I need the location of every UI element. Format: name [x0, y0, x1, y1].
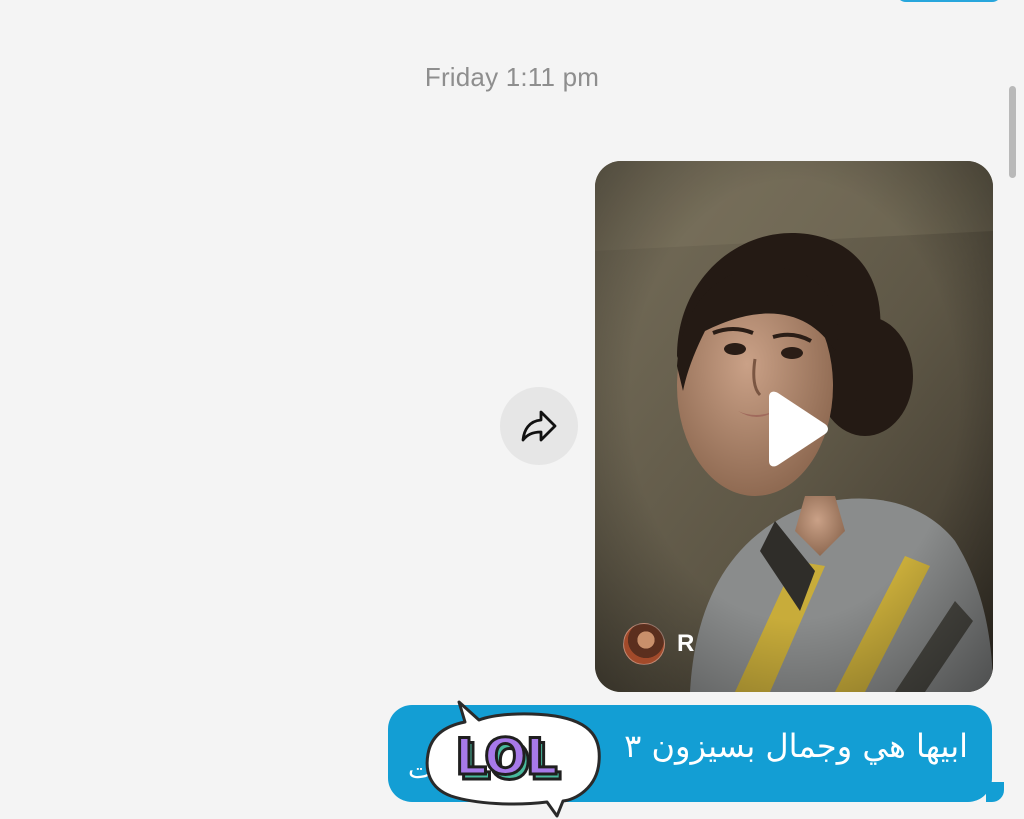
lol-speech-bubble-sticker: LOL LOL — [425, 700, 601, 818]
conversation-timestamp: Friday 1:11 pm — [424, 62, 600, 92]
share-arrow-icon — [521, 410, 557, 442]
chat-screen: Friday 1:11 pm R ابيها هي وجمال بسيزون ٣… — [0, 0, 1024, 819]
author-name: R — [677, 630, 695, 657]
sticker-text: LOL — [455, 728, 557, 786]
avatar[interactable] — [623, 623, 665, 665]
message-bubble-tail — [986, 782, 1004, 802]
message-text: ابيها هي وجمال بسيزون ٣ — [624, 727, 968, 765]
play-icon[interactable] — [755, 389, 835, 469]
previous-message-bubble[interactable] — [896, 0, 1002, 2]
shared-video-card[interactable]: R — [595, 161, 993, 692]
share-button[interactable] — [500, 387, 578, 465]
video-author[interactable]: R — [623, 623, 694, 665]
scrollbar[interactable] — [1009, 86, 1016, 178]
lol-sticker[interactable]: LOL LOL — [425, 700, 603, 819]
